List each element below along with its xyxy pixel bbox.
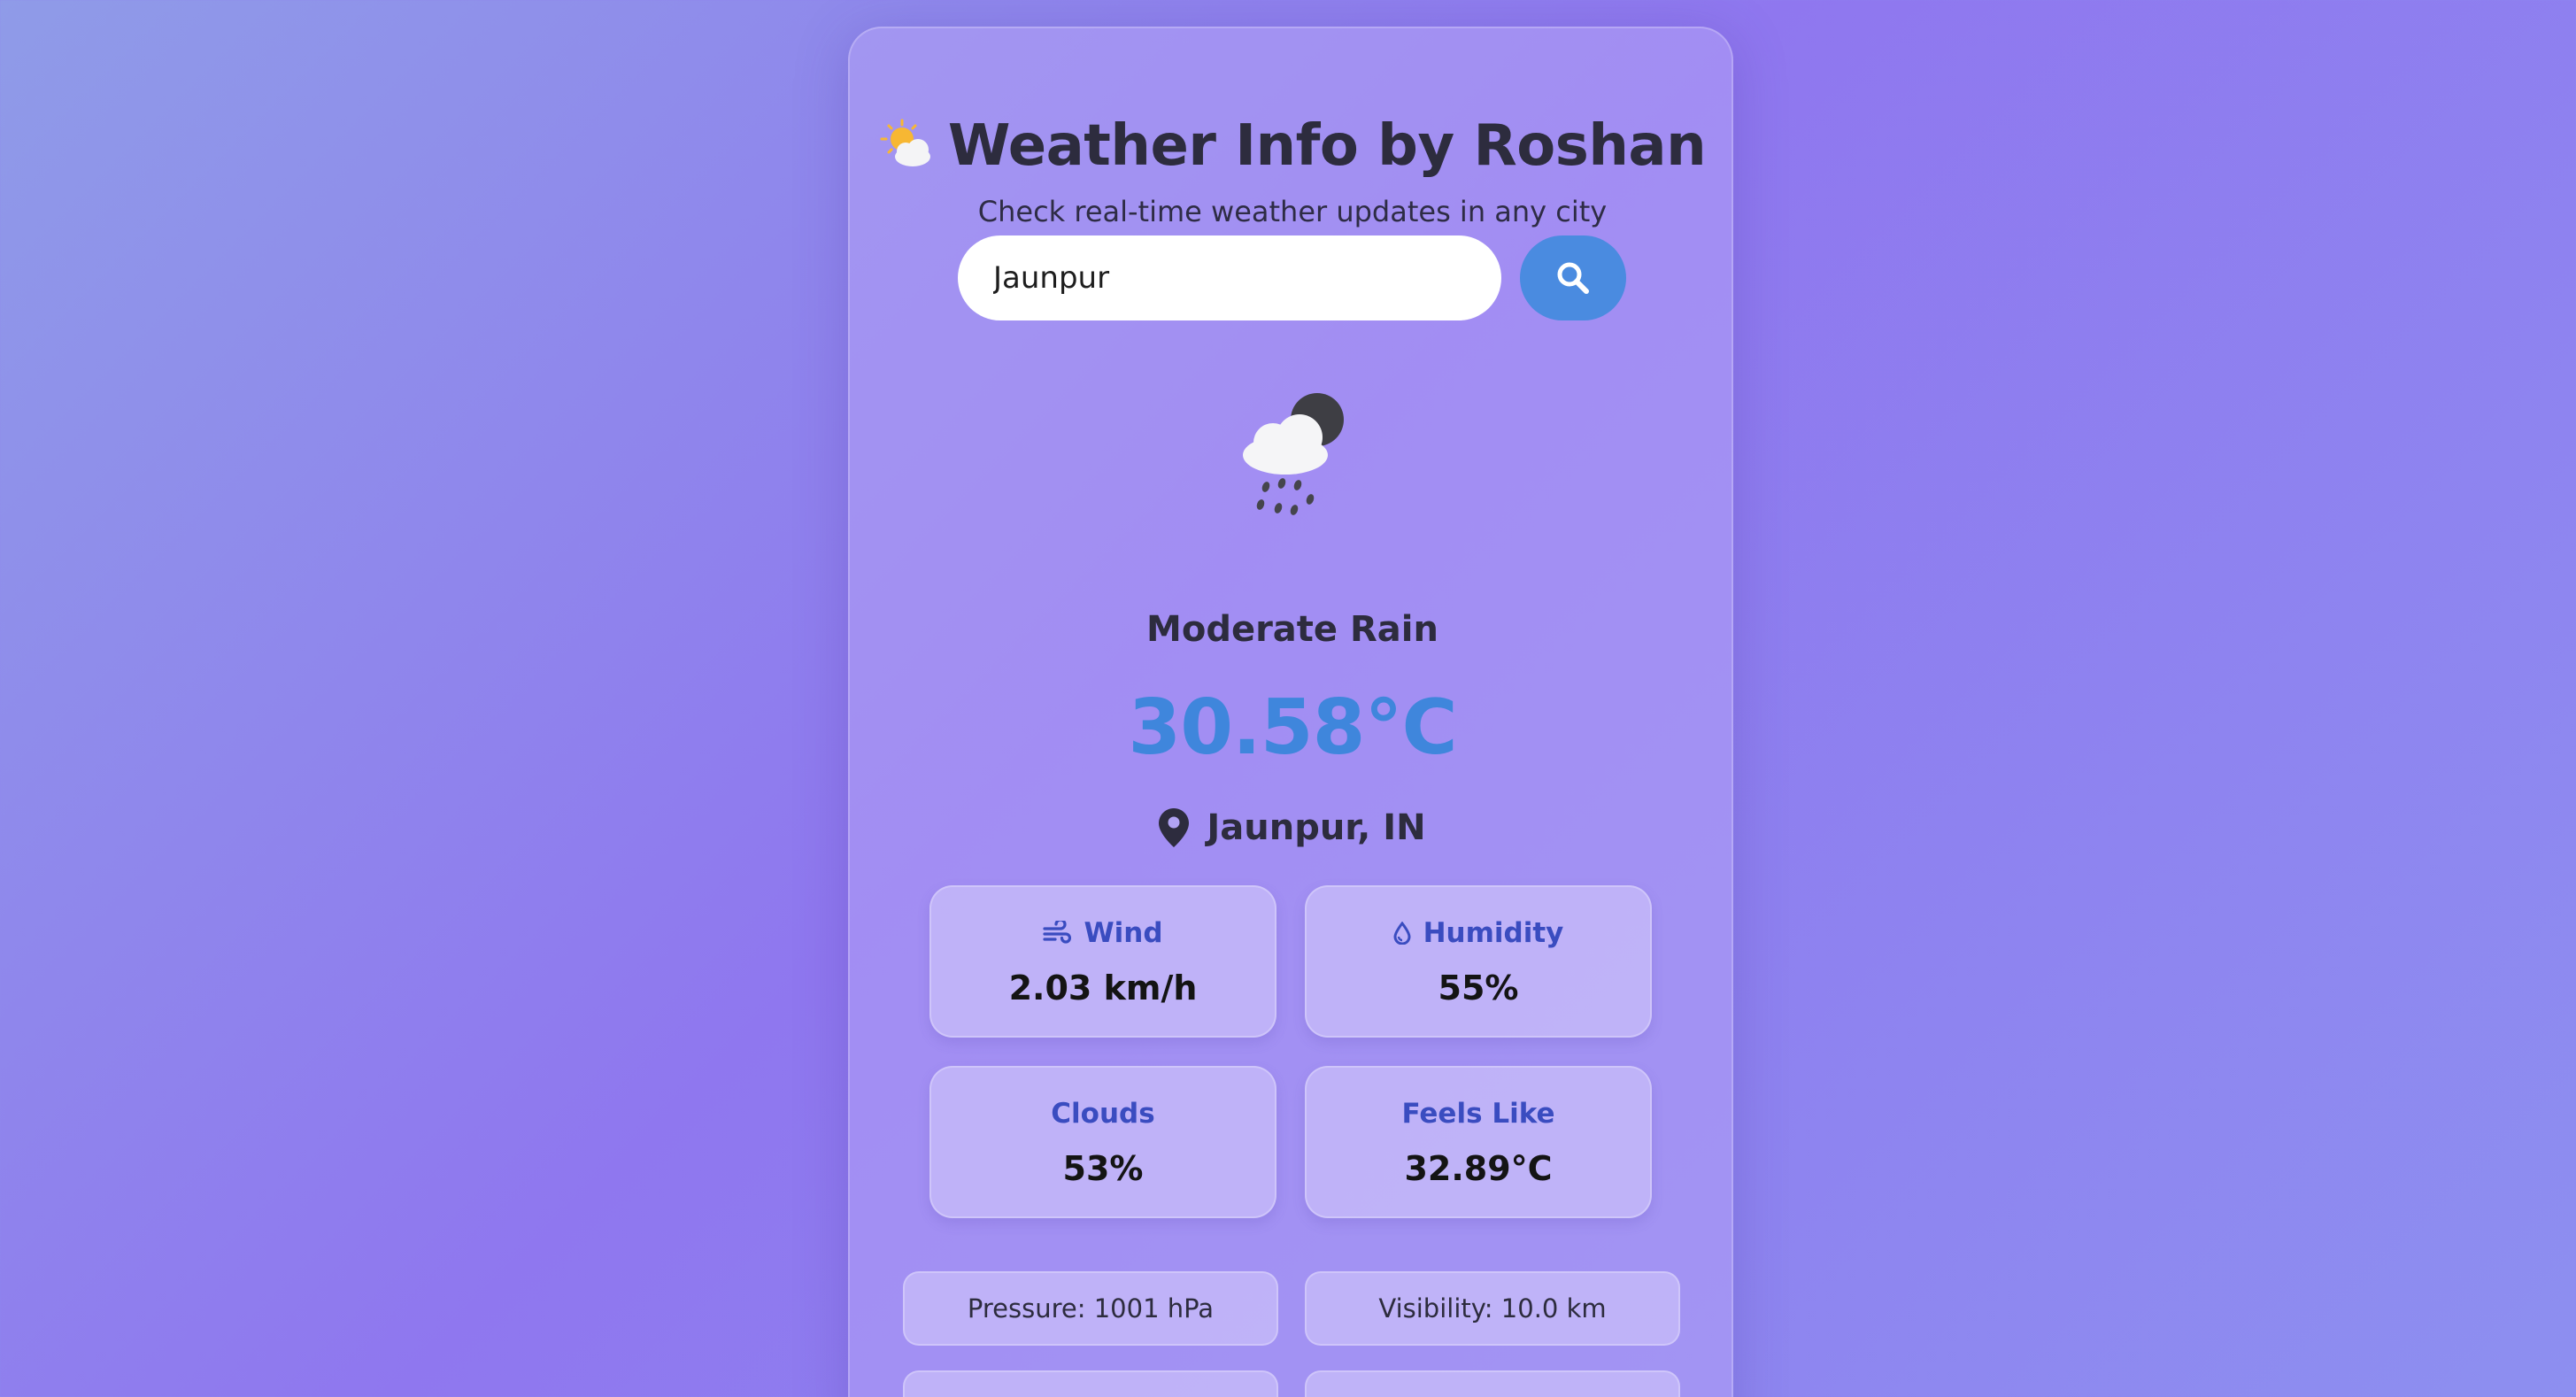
page-title: Weather Info by Roshan xyxy=(947,113,1707,179)
weather-condition: Moderate Rain xyxy=(1146,609,1438,650)
weather-card: Weather Info by Roshan Check real-time w… xyxy=(848,27,1733,1397)
page-subtitle: Check real-time weather updates in any c… xyxy=(977,195,1608,228)
droplet-icon xyxy=(1393,922,1411,945)
search-icon xyxy=(1557,262,1589,294)
map-pin-icon xyxy=(1159,808,1190,847)
stat-label: Humidity xyxy=(1423,917,1564,949)
stat-label: Clouds xyxy=(1051,1098,1155,1130)
temperature-value: 30.58°C xyxy=(1128,683,1457,772)
location-label: Jaunpur, IN xyxy=(1207,807,1426,848)
detail-box xyxy=(1305,1370,1680,1397)
stat-clouds: Clouds 53% xyxy=(929,1066,1276,1218)
location: Jaunpur, IN xyxy=(850,807,1735,848)
detail-box xyxy=(903,1370,1278,1397)
city-search-input[interactable] xyxy=(958,235,1501,320)
stat-feels-like: Feels Like 32.89°C xyxy=(1305,1066,1652,1218)
stat-value: 53% xyxy=(1062,1149,1144,1188)
detail-pressure: Pressure: 1001 hPa xyxy=(903,1271,1278,1346)
stat-wind: Wind 2.03 km/h xyxy=(929,885,1276,1038)
stat-value: 55% xyxy=(1438,969,1519,1007)
search-button[interactable] xyxy=(1520,235,1626,320)
cloud-rain-night-icon xyxy=(1243,393,1344,515)
stat-label: Wind xyxy=(1084,917,1163,949)
sun-behind-cloud-icon xyxy=(880,119,930,166)
stat-value: 32.89°C xyxy=(1404,1149,1553,1188)
detail-visibility: Visibility: 10.0 km xyxy=(1305,1271,1680,1346)
stat-humidity: Humidity 55% xyxy=(1305,885,1652,1038)
app-header: Weather Info by Roshan xyxy=(850,113,1735,179)
stat-label: Feels Like xyxy=(1401,1098,1555,1130)
stat-value: 2.03 km/h xyxy=(1008,969,1198,1007)
wind-icon xyxy=(1043,921,1072,944)
